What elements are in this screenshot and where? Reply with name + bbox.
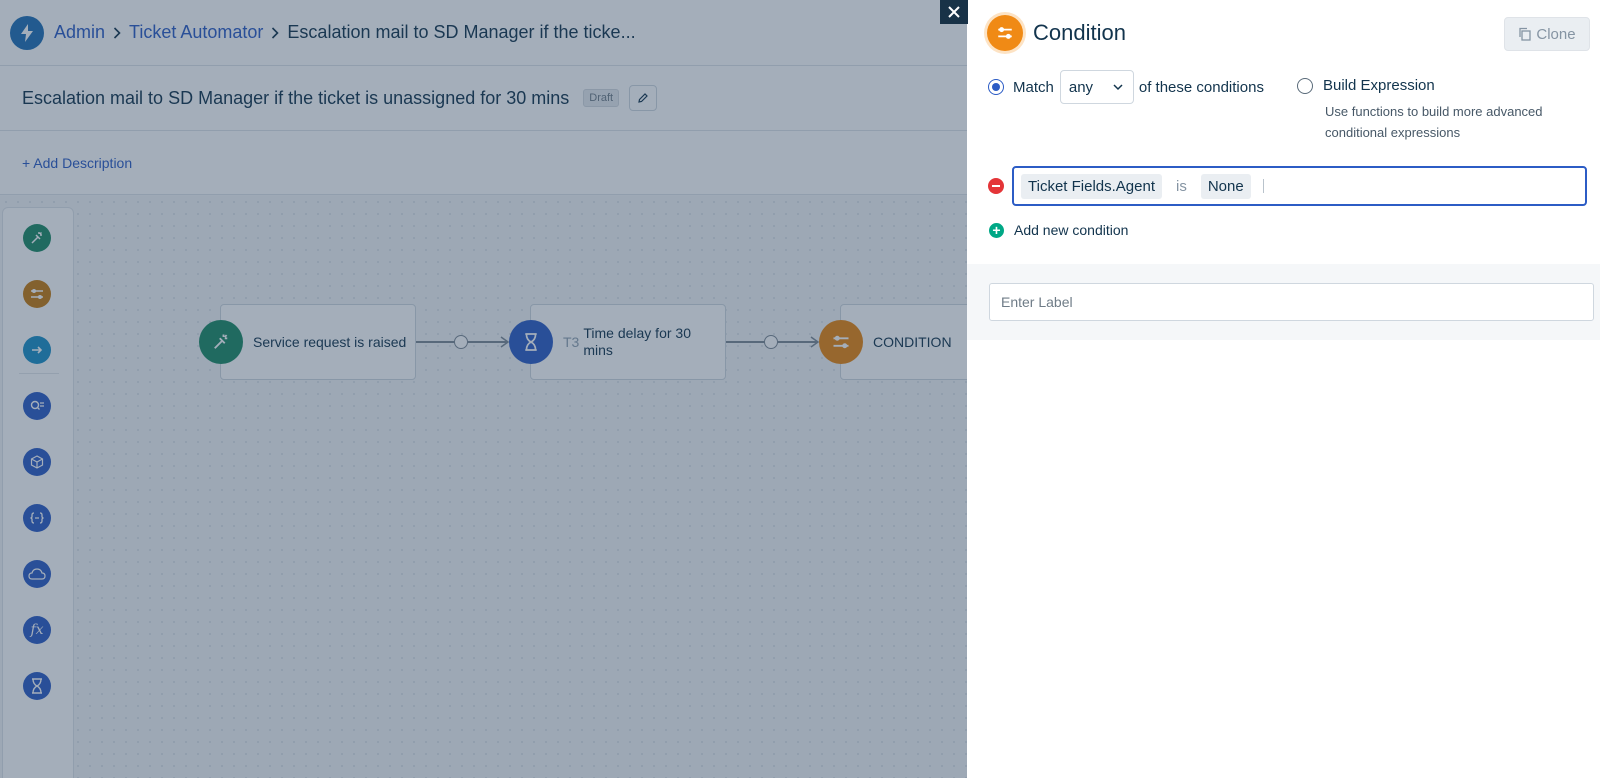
build-expression-help: Use functions to build more advanced con… — [1325, 104, 1543, 140]
add-condition-label: Add new condition — [1014, 222, 1129, 238]
text-cursor — [1262, 179, 1264, 193]
label-section — [967, 264, 1600, 340]
clone-button[interactable]: Clone — [1504, 17, 1590, 51]
add-condition-button[interactable]: + Add new condition — [989, 222, 1128, 238]
match-type-value: any — [1068, 78, 1094, 96]
match-suffix: of these conditions — [1138, 78, 1264, 96]
condition-panel: Condition Clone Match any of these condi… — [967, 0, 1600, 778]
remove-condition-icon[interactable] — [988, 178, 1004, 194]
match-radio[interactable] — [988, 79, 1004, 95]
panel-header: Condition Clone — [967, 0, 1600, 66]
workflow-editor: Admin Ticket Automator Escalation mail t… — [0, 0, 967, 778]
build-expression-label: Build Expression — [1323, 77, 1435, 94]
condition-icon — [987, 15, 1023, 51]
condition-value-chip[interactable]: None — [1200, 173, 1251, 199]
close-icon — [948, 6, 960, 18]
label-input[interactable] — [989, 283, 1594, 321]
close-panel-button[interactable] — [940, 0, 968, 24]
condition-field-chip[interactable]: Ticket Fields.Agent — [1021, 173, 1162, 199]
match-options: Match any of these conditions — [988, 70, 1264, 104]
condition-row: Ticket Fields.Agent is None — [988, 166, 1587, 206]
chevron-down-icon — [1113, 83, 1123, 90]
modal-backdrop[interactable] — [0, 0, 967, 778]
panel-title: Condition — [1033, 20, 1126, 45]
plus-circle-icon: + — [989, 222, 1004, 238]
condition-operator[interactable]: is — [1168, 178, 1195, 195]
match-label: Match — [1013, 78, 1054, 96]
build-expression-option: Build Expression — [1297, 77, 1435, 94]
build-expression-radio[interactable] — [1297, 77, 1313, 94]
match-type-select[interactable]: any — [1059, 70, 1134, 104]
copy-icon — [1519, 27, 1532, 41]
condition-input[interactable]: Ticket Fields.Agent is None — [1012, 166, 1587, 206]
clone-label: Clone — [1536, 25, 1576, 43]
